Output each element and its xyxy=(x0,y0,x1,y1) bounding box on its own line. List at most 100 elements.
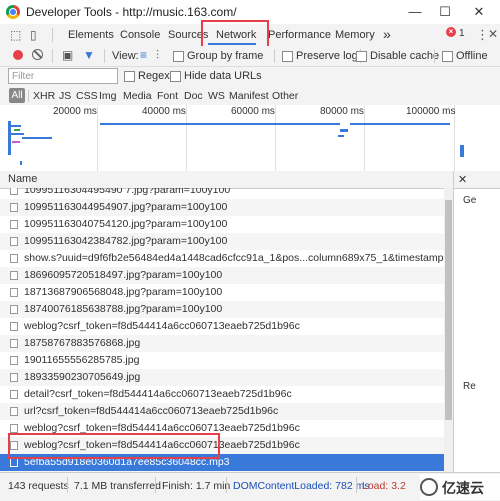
divider xyxy=(356,477,357,493)
dom-content-loaded: DOMContentLoaded: 782 ms xyxy=(233,480,370,492)
request-row[interactable]: url?csrf_token=f8d544414a6cc060713eaeb72… xyxy=(0,403,444,420)
request-row[interactable]: show.s?uuid=d9f6fb2e56484ed4a1448cad6cfc… xyxy=(0,250,444,267)
details-close-icon[interactable]: ✕ xyxy=(458,173,467,186)
transferred-size: 7.1 MB transferred xyxy=(74,480,161,492)
tab-elements[interactable]: Elements xyxy=(68,29,114,41)
divider xyxy=(434,49,435,63)
hide-data-urls-label: Hide data URLs xyxy=(184,70,262,82)
view-label: View: xyxy=(112,50,139,62)
type-media-button[interactable]: Media xyxy=(123,90,152,102)
request-name: detail?csrf_token=f8d544414a6cc060713eae… xyxy=(24,388,292,400)
response-section-header[interactable]: Re xyxy=(463,381,476,392)
file-icon xyxy=(10,220,18,229)
load-time: Load: 3.2 xyxy=(362,480,406,492)
request-name: 18758767883576868.jpg xyxy=(24,337,141,349)
request-list-scroll-thumb[interactable] xyxy=(445,200,452,420)
request-row[interactable]: weblog?csrf_token=f8d544414a6cc060713eae… xyxy=(0,318,444,335)
file-icon xyxy=(10,288,18,297)
file-icon xyxy=(10,356,18,365)
filter-icon[interactable]: ▼ xyxy=(83,48,95,62)
request-name: 18696095720518497.jpg?param=100y100 xyxy=(24,269,223,281)
timeline-waterfall-marks xyxy=(8,121,464,165)
name-column-label: Name xyxy=(8,173,38,185)
request-name: 18740076185638788.jpg?param=100y100 xyxy=(24,303,223,315)
requests-count: 143 requests xyxy=(8,480,69,492)
window-title: Developer Tools - http://music.163.com/ xyxy=(26,5,237,19)
file-icon xyxy=(10,373,18,382)
request-row[interactable]: 109951163042384782.jpg?param=100y100 xyxy=(0,233,444,250)
minimize-button[interactable]: — xyxy=(400,2,430,22)
type-js-button[interactable]: JS xyxy=(59,90,71,102)
inspect-element-icon[interactable]: ⬚ xyxy=(10,28,21,42)
request-name: 19011655556285785.jpg xyxy=(24,354,140,366)
file-icon xyxy=(10,458,18,467)
divider xyxy=(226,477,227,493)
disable-cache-label: Disable cache xyxy=(370,50,440,62)
devtools-close-icon[interactable]: ✕ xyxy=(488,27,498,41)
type-css-button[interactable]: CSS xyxy=(76,90,98,102)
record-button[interactable] xyxy=(13,50,23,60)
file-icon xyxy=(10,424,18,433)
request-row[interactable]: 109951163040754120.jpg?param=100y100 xyxy=(0,216,444,233)
tab-performance[interactable]: Performance xyxy=(268,29,331,41)
file-icon xyxy=(10,305,18,314)
preserve-log-checkbox[interactable] xyxy=(282,51,293,62)
watermark-text: 亿速云 xyxy=(442,480,484,496)
network-tab-highlight xyxy=(201,20,269,49)
waterfall-icon[interactable]: ⫶ xyxy=(156,48,159,63)
type-other-button[interactable]: Other xyxy=(272,90,298,102)
file-icon xyxy=(10,407,18,416)
large-rows-icon[interactable]: ≡ xyxy=(140,48,147,62)
finish-time: Finish: 1.7 min xyxy=(162,480,231,492)
divider xyxy=(155,477,156,493)
divider xyxy=(104,49,105,63)
request-name: 18933590230705649.jpg xyxy=(24,371,141,383)
type-doc-button[interactable]: Doc xyxy=(184,90,203,102)
type-img-button[interactable]: Img xyxy=(99,90,117,102)
request-row[interactable]: 18933590230705649.jpg xyxy=(0,369,444,386)
divider xyxy=(52,49,53,63)
file-icon xyxy=(10,254,18,263)
selected-row-highlight xyxy=(8,433,220,459)
request-row[interactable]: 18758767883576868.jpg xyxy=(0,335,444,352)
regex-checkbox[interactable] xyxy=(124,71,135,82)
type-font-button[interactable]: Font xyxy=(157,90,178,102)
request-row[interactable]: 19011655556285785.jpg xyxy=(0,352,444,369)
request-name: show.s?uuid=d9f6fb2e56484ed4a1448cad6cfc… xyxy=(24,252,444,264)
filter-input[interactable]: Filter xyxy=(8,68,118,84)
tab-console[interactable]: Console xyxy=(120,29,160,41)
request-row[interactable]: 10995116304495490 7.jpg?param=100y100 xyxy=(0,188,444,199)
offline-label: Offline xyxy=(456,50,488,62)
type-all-button[interactable]: All xyxy=(9,88,25,103)
request-row[interactable]: 18740076185638788.jpg?param=100y100 xyxy=(0,301,444,318)
hide-data-urls-checkbox[interactable] xyxy=(170,71,181,82)
close-button[interactable]: ✕ xyxy=(464,2,494,22)
divider xyxy=(52,28,53,42)
request-row[interactable]: 18696095720518497.jpg?param=100y100 xyxy=(0,267,444,284)
request-row[interactable]: 18713687906568048.jpg?param=100y100 xyxy=(0,284,444,301)
group-by-frame-checkbox[interactable] xyxy=(173,51,184,62)
disable-cache-checkbox[interactable] xyxy=(356,51,367,62)
request-name: 109951163044954907.jpg?param=100y100 xyxy=(24,201,228,213)
name-column-header[interactable]: Name xyxy=(0,171,453,189)
request-row[interactable]: detail?csrf_token=f8d544414a6cc060713eae… xyxy=(0,386,444,403)
clear-button[interactable] xyxy=(32,49,43,60)
more-tabs-icon[interactable]: » xyxy=(383,26,391,42)
error-count[interactable]: 1 xyxy=(459,28,465,39)
general-section-header[interactable]: Ge xyxy=(463,195,476,206)
watermark-logo-icon xyxy=(420,478,438,496)
device-toggle-icon[interactable]: ▯ xyxy=(30,28,37,42)
type-xhr-button[interactable]: XHR xyxy=(33,90,55,102)
request-row[interactable]: 109951163044954907.jpg?param=100y100 xyxy=(0,199,444,216)
maximize-button[interactable]: ☐ xyxy=(430,2,460,22)
camera-icon[interactable]: ▣ xyxy=(62,48,73,62)
file-icon xyxy=(10,237,18,246)
type-manifest-button[interactable]: Manifest xyxy=(229,90,269,102)
tab-memory[interactable]: Memory xyxy=(335,29,375,41)
divider xyxy=(274,49,275,63)
details-panel xyxy=(453,171,500,472)
offline-checkbox[interactable] xyxy=(442,51,453,62)
file-icon xyxy=(10,322,18,331)
error-badge-icon[interactable]: × xyxy=(446,27,456,37)
type-ws-button[interactable]: WS xyxy=(208,90,225,102)
